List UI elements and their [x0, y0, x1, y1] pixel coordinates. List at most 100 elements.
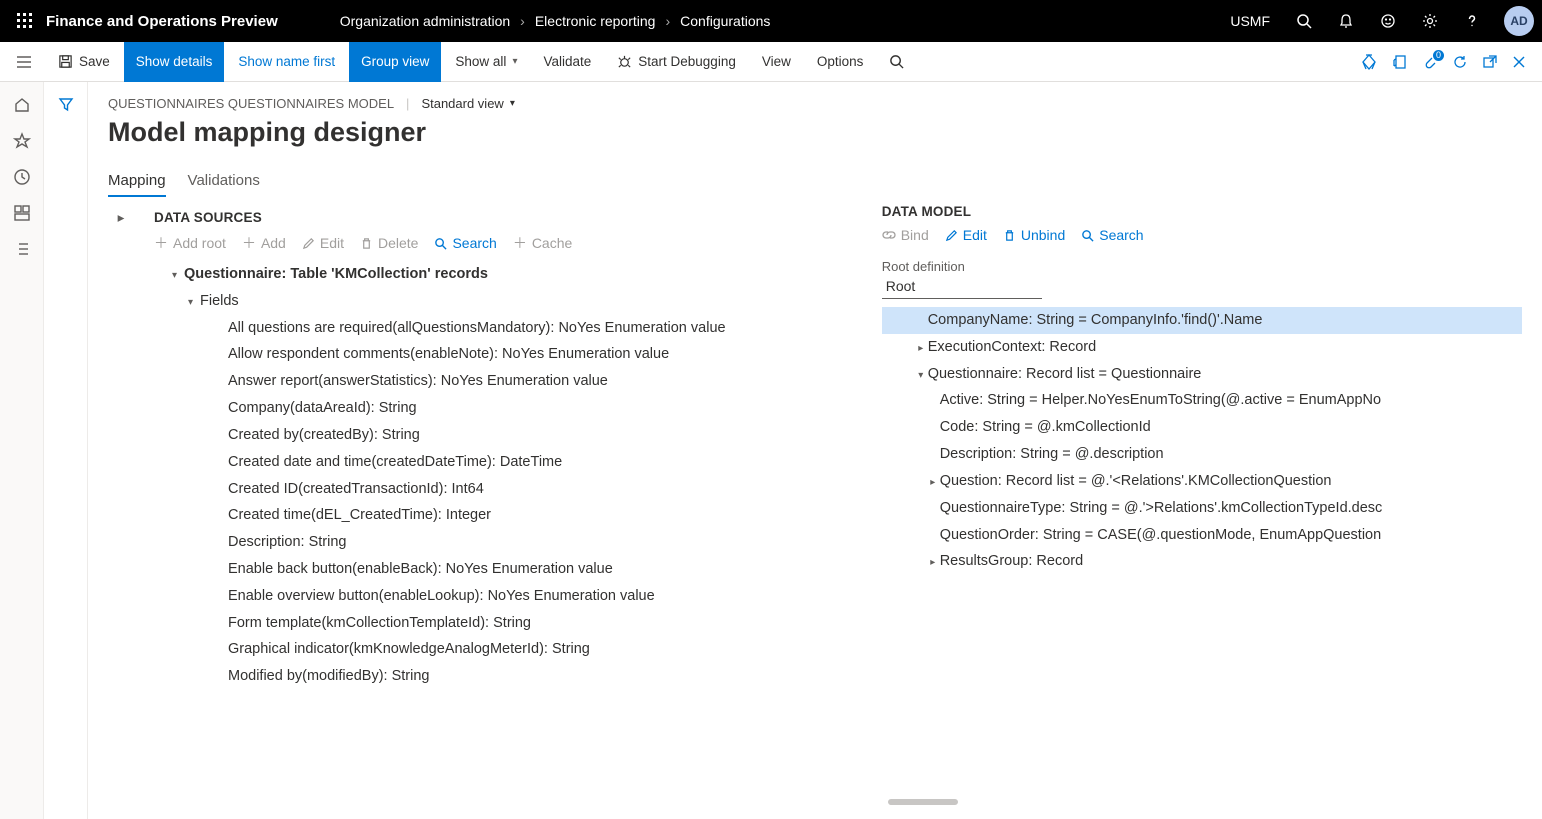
chevron-right-icon[interactable]: ▸: [926, 474, 940, 493]
ds-tree-row[interactable]: Created time(dEL_CreatedTime): Integer: [154, 502, 852, 529]
search-button[interactable]: Search: [1081, 227, 1143, 243]
chevron-down-icon[interactable]: ▾: [914, 367, 928, 386]
dm-tree-row[interactable]: ▾Questionnaire: Record list = Questionna…: [882, 361, 1522, 388]
refresh-icon[interactable]: [1452, 54, 1468, 70]
add-button[interactable]: ＋Add: [242, 233, 286, 253]
dm-tree-row[interactable]: QuestionnaireType: String = @.'>Relation…: [882, 495, 1522, 522]
search-button[interactable]: Search: [434, 235, 496, 251]
avatar[interactable]: AD: [1504, 6, 1534, 36]
dm-tree-row[interactable]: QuestionOrder: String = CASE(@.questionM…: [882, 522, 1522, 549]
ds-tree-row[interactable]: Form template(kmCollectionTemplateId): S…: [154, 610, 852, 637]
ds-tree-row[interactable]: Graphical indicator(kmKnowledgeAnalogMet…: [154, 636, 852, 663]
home-icon[interactable]: [13, 96, 31, 114]
dm-tree-row[interactable]: CompanyName: String = CompanyInfo.'find(…: [882, 307, 1522, 334]
dm-tree-row[interactable]: Description: String = @.description: [882, 441, 1522, 468]
search-actionbar-icon[interactable]: [877, 42, 916, 82]
ds-tree-row[interactable]: Enable back button(enableBack): NoYes En…: [154, 556, 852, 583]
dm-tree-row[interactable]: Code: String = @.kmCollectionId: [882, 414, 1522, 441]
tree-label: ExecutionContext: Record: [928, 339, 1096, 355]
attach-count: 0: [1433, 50, 1444, 61]
bell-icon[interactable]: [1332, 7, 1360, 35]
tree-label: All questions are required(allQuestionsM…: [228, 320, 726, 336]
hamburger-icon[interactable]: [10, 55, 38, 69]
dm-actions: Bind Edit Unbind Search: [882, 227, 1522, 243]
tree-label: Question: Record list = @.'<Relations'.K…: [940, 473, 1332, 489]
ds-tree-row[interactable]: Created by(createdBy): String: [154, 422, 852, 449]
tab-mapping[interactable]: Mapping: [108, 166, 166, 197]
chevron-down-icon[interactable]: ▾: [172, 267, 184, 286]
filter-icon[interactable]: [58, 96, 74, 819]
ds-tree-row[interactable]: All questions are required(allQuestionsM…: [154, 315, 852, 342]
edit-button[interactable]: Edit: [945, 227, 987, 243]
view-selector[interactable]: Standard view▾: [421, 96, 514, 111]
breadcrumb-item[interactable]: Configurations: [680, 13, 770, 29]
ds-tree-row[interactable]: Description: String: [154, 529, 852, 556]
search-icon[interactable]: [1290, 7, 1318, 35]
ds-tree[interactable]: ▾Questionnaire: Table 'KMCollection' rec…: [154, 261, 862, 809]
ds-tree-row[interactable]: Modified by(modifiedBy): String: [154, 663, 852, 690]
star-icon[interactable]: [13, 132, 31, 150]
page-title: Model mapping designer: [108, 117, 1522, 148]
action-bar: Save Show details Show name first Group …: [0, 42, 1542, 82]
gear-icon[interactable]: [1416, 7, 1444, 35]
tabs: Mapping Validations: [108, 166, 1522, 198]
start-debugging-button[interactable]: Start Debugging: [605, 42, 748, 82]
tab-validations[interactable]: Validations: [188, 166, 260, 197]
chevron-right-icon[interactable]: ▸: [914, 340, 928, 359]
dm-tree-row[interactable]: Active: String = Helper.NoYesEnumToStrin…: [882, 387, 1522, 414]
ds-tree-row[interactable]: Enable overview button(enableLookup): No…: [154, 583, 852, 610]
cache-button[interactable]: ＋Cache: [513, 233, 572, 253]
tree-label: Enable overview button(enableLookup): No…: [228, 588, 655, 604]
dm-tree-row[interactable]: ▸ResultsGroup: Record: [882, 548, 1522, 575]
ds-tree-row[interactable]: Answer report(answerStatistics): NoYes E…: [154, 368, 852, 395]
workspaces-icon[interactable]: [13, 204, 31, 222]
popout-icon[interactable]: [1482, 54, 1498, 70]
add-root-button[interactable]: ＋Add root: [154, 233, 226, 253]
ds-tree-row[interactable]: Created ID(createdTransactionId): Int64: [154, 476, 852, 503]
chevron-down-icon[interactable]: ▾: [188, 294, 200, 313]
expand-types-chevron[interactable]: ▸: [108, 204, 134, 809]
legal-entity[interactable]: USMF: [1230, 13, 1276, 29]
modules-icon[interactable]: [13, 240, 31, 258]
delete-button[interactable]: Delete: [360, 235, 418, 251]
edit-button[interactable]: Edit: [302, 235, 344, 251]
ds-tree-row[interactable]: ▾Questionnaire: Table 'KMCollection' rec…: [154, 261, 852, 288]
plus-icon: ＋: [154, 233, 168, 253]
breadcrumb-item[interactable]: Electronic reporting: [535, 13, 656, 29]
chevron-right-icon[interactable]: ▸: [926, 554, 940, 573]
recent-icon[interactable]: [13, 168, 31, 186]
panels: ▸ DATA SOURCES ＋Add root ＋Add Edit Delet…: [108, 204, 1522, 809]
diamond-icon[interactable]: [1360, 53, 1378, 71]
options-button[interactable]: Options: [805, 42, 876, 82]
ds-tree-row[interactable]: Created date and time(createdDateTime): …: [154, 449, 852, 476]
ds-tree-row[interactable]: ▾Fields: [154, 288, 852, 315]
validate-button[interactable]: Validate: [531, 42, 603, 82]
tree-label: Modified by(modifiedBy): String: [228, 668, 429, 684]
save-button[interactable]: Save: [46, 42, 122, 82]
bind-button[interactable]: Bind: [882, 227, 929, 243]
smile-icon[interactable]: [1374, 7, 1402, 35]
top-bar: Finance and Operations Preview Organizat…: [0, 0, 1542, 42]
plus-icon: ＋: [513, 233, 527, 253]
help-icon[interactable]: [1458, 7, 1486, 35]
show-details-button[interactable]: Show details: [124, 42, 225, 82]
tree-label: Fields: [200, 293, 239, 309]
ds-tree-row[interactable]: Company(dataAreaId): String: [154, 395, 852, 422]
group-view-button[interactable]: Group view: [349, 42, 441, 82]
dm-tree-row[interactable]: ▸ExecutionContext: Record: [882, 334, 1522, 361]
ds-tree-row[interactable]: Allow respondent comments(enableNote): N…: [154, 341, 852, 368]
dm-tree[interactable]: CompanyName: String = CompanyInfo.'find(…: [882, 307, 1522, 575]
close-icon[interactable]: [1512, 55, 1526, 69]
office-icon[interactable]: [1392, 54, 1408, 70]
attachments-icon[interactable]: 0: [1422, 54, 1438, 70]
view-button[interactable]: View: [750, 42, 803, 82]
tree-label: Enable back button(enableBack): NoYes En…: [228, 561, 613, 577]
breadcrumb-item[interactable]: Organization administration: [340, 13, 510, 29]
rootdef-value[interactable]: Root: [882, 276, 1042, 299]
show-all-button[interactable]: Show all▾: [443, 42, 529, 82]
app-launcher-icon[interactable]: [8, 4, 42, 38]
unbind-button[interactable]: Unbind: [1003, 227, 1065, 243]
scrollbar-horizontal[interactable]: [888, 799, 1516, 805]
show-name-first-button[interactable]: Show name first: [226, 42, 347, 82]
dm-tree-row[interactable]: ▸Question: Record list = @.'<Relations'.…: [882, 468, 1522, 495]
